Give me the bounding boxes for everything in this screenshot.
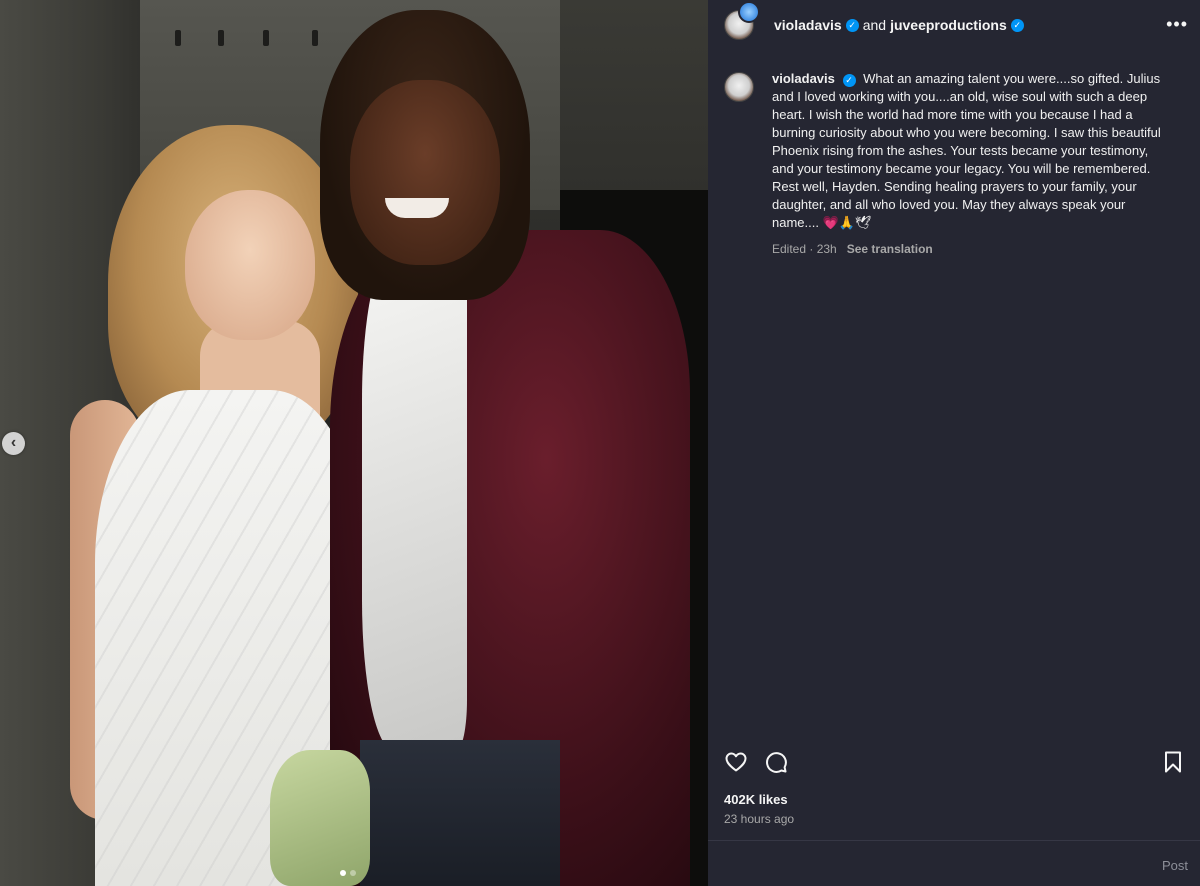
collaborator-avatar[interactable] <box>738 1 760 23</box>
caption-username[interactable]: violadavis <box>772 71 835 86</box>
post-authors: violadavis ✓ and juveeproductions ✓ <box>774 17 1024 33</box>
authors-conjunction: and <box>862 17 887 33</box>
caption: violadavis ✓ What an amazing talent you … <box>724 70 1184 258</box>
carousel-prev-button[interactable]: ‹ <box>2 432 25 455</box>
verified-badge-icon: ✓ <box>1010 18 1024 32</box>
author-username[interactable]: violadavis <box>774 17 842 33</box>
post-timestamp[interactable]: 23 hours ago <box>724 812 794 826</box>
caption-body: violadavis ✓ What an amazing talent you … <box>772 70 1172 258</box>
person-right-jeans <box>360 740 560 886</box>
carousel-dot <box>350 870 356 876</box>
carousel-dots <box>340 870 356 876</box>
wall-hook <box>175 30 181 46</box>
comment-bar: Post <box>708 840 1200 886</box>
caption-text: What an amazing talent you were....so gi… <box>772 71 1161 230</box>
person-right-shirt <box>362 250 467 750</box>
scarf <box>270 750 370 886</box>
action-bar <box>724 750 1184 778</box>
carousel-dot <box>340 870 346 876</box>
post-sidebar: violadavis ✓ and juveeproductions ✓ ••• … <box>708 0 1200 886</box>
more-options-button[interactable]: ••• <box>1166 14 1188 35</box>
person-right-face <box>350 80 500 265</box>
wall-hook <box>218 30 224 46</box>
verified-badge-icon: ✓ <box>842 74 856 87</box>
caption-edited-time: Edited · 23h <box>772 242 837 256</box>
post-photo[interactable]: ‹ <box>0 0 708 886</box>
likes-count[interactable]: 402K likes <box>724 792 788 807</box>
person-left-face <box>185 190 315 340</box>
verified-badge-icon: ✓ <box>845 18 859 32</box>
heart-icon[interactable] <box>724 750 748 774</box>
bookmark-icon[interactable] <box>1162 750 1184 774</box>
collaborator-username[interactable]: juveeproductions <box>890 17 1007 33</box>
see-translation-link[interactable]: See translation <box>847 240 933 258</box>
wall-hook <box>263 30 269 46</box>
instagram-post-view: ‹ violadavis ✓ and juveeproductions ✓ ••… <box>0 0 1200 886</box>
caption-avatar[interactable] <box>724 72 754 102</box>
person-right-smile <box>385 198 449 218</box>
author-avatar[interactable] <box>724 1 760 40</box>
wall-hook <box>312 30 318 46</box>
post-header: violadavis ✓ and juveeproductions ✓ ••• <box>708 0 1200 50</box>
caption-meta: Edited · 23h See translation <box>772 240 1172 258</box>
post-comment-button[interactable]: Post <box>1162 858 1188 873</box>
comment-icon[interactable] <box>764 750 788 774</box>
